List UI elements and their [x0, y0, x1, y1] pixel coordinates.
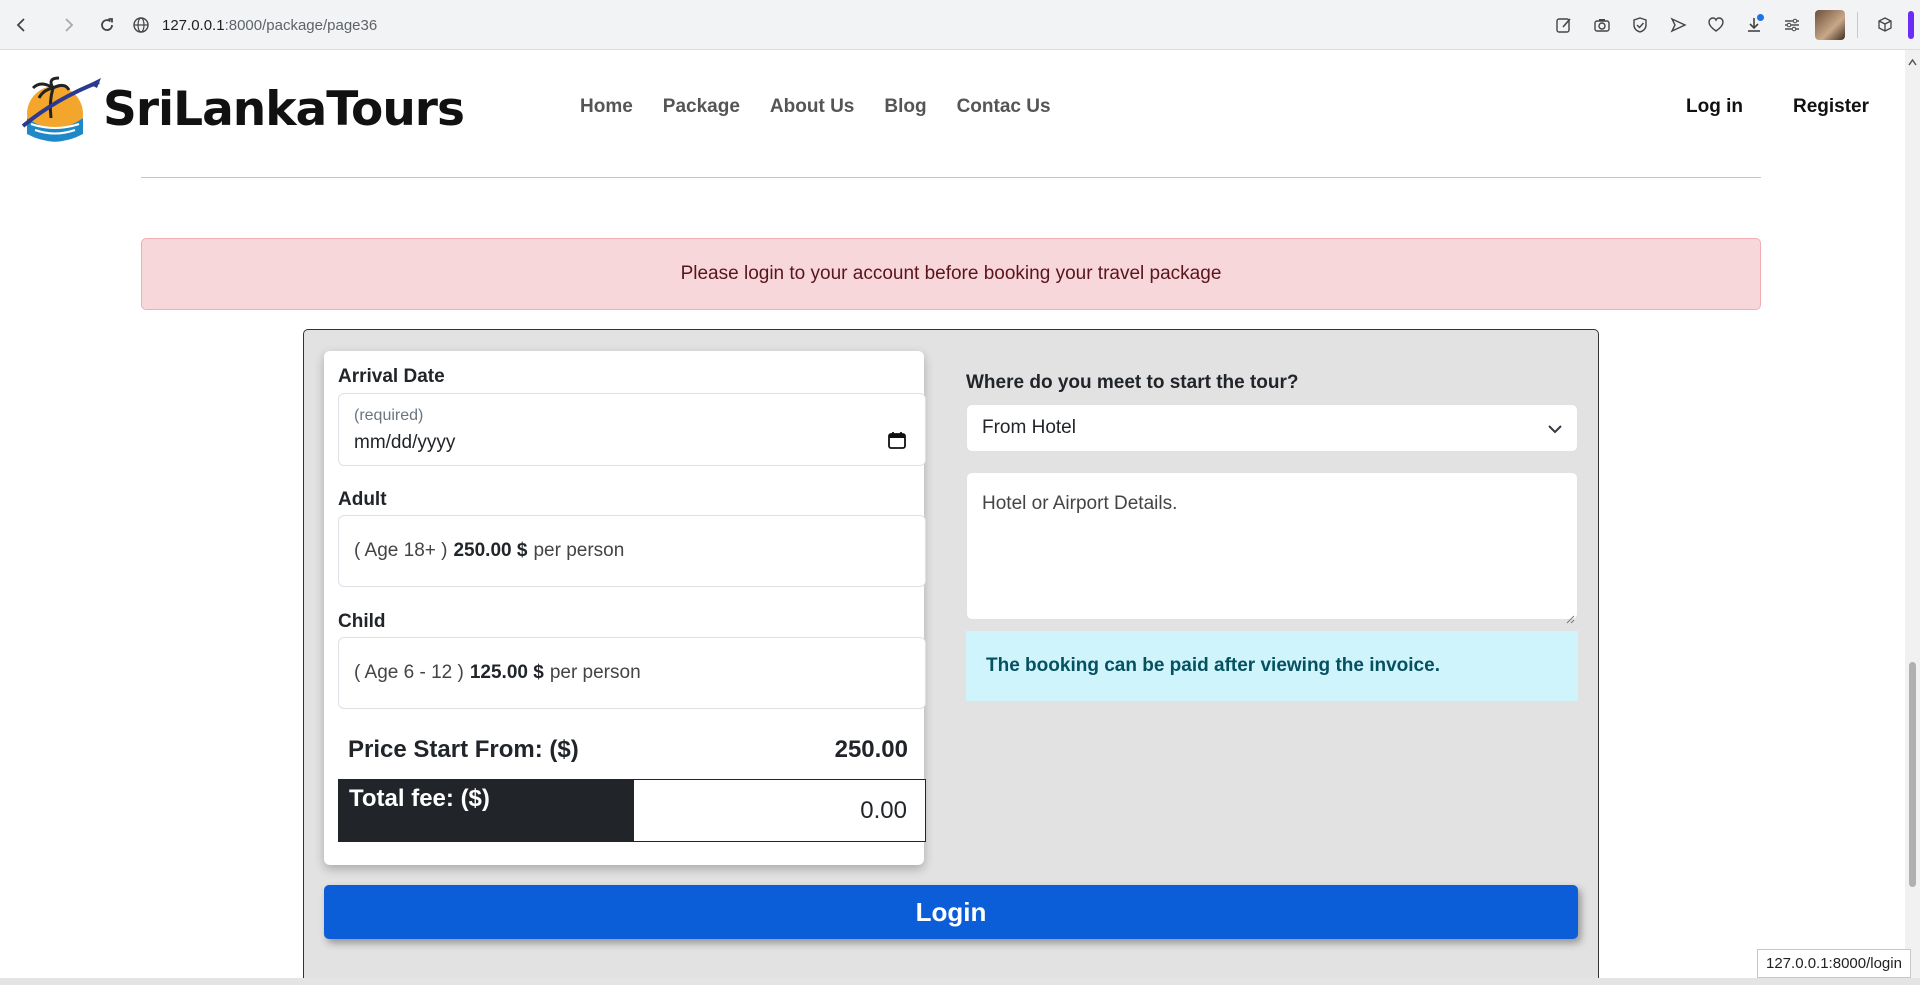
- header-divider: [141, 177, 1761, 178]
- forward-icon[interactable]: [55, 12, 81, 38]
- web-page: SriLankaTours Home Package About Us Blog…: [0, 50, 1905, 978]
- child-label: Child: [338, 611, 386, 632]
- child-price-unit: per person: [549, 662, 641, 683]
- send-icon[interactable]: [1659, 6, 1697, 44]
- link-status-tooltip: 127.0.0.1:8000/login: [1757, 949, 1911, 978]
- sidebar-toggle-icon[interactable]: [1908, 11, 1914, 39]
- site-logo[interactable]: SriLankaTours: [17, 74, 465, 144]
- adult-price: 250.00 $: [453, 540, 528, 561]
- hotel-airport-details-textarea[interactable]: Hotel or Airport Details.: [966, 472, 1578, 624]
- login-link[interactable]: Log in: [1686, 96, 1743, 118]
- nav-home[interactable]: Home: [580, 96, 633, 118]
- url-host: 127.0.0.1: [162, 16, 225, 34]
- download-icon[interactable]: [1735, 6, 1773, 44]
- status-url: 127.0.0.1:8000/login: [1766, 955, 1902, 972]
- reload-icon[interactable]: [94, 12, 120, 38]
- meeting-point-selected: From Hotel: [982, 417, 1076, 438]
- arrival-date-input[interactable]: (required) mm/dd/yyyy: [338, 393, 926, 466]
- booking-details-card: Arrival Date (required) mm/dd/yyyy Adult…: [324, 351, 926, 865]
- child-price: 125.00 $: [469, 662, 544, 683]
- arrival-date-value: mm/dd/yyyy: [354, 432, 456, 453]
- main-nav: Home Package About Us Blog Contac Us: [580, 96, 1051, 118]
- resize-grip-icon[interactable]: [1566, 608, 1575, 624]
- brand-name: SriLankaTours: [103, 81, 465, 137]
- globe-icon: [132, 16, 150, 34]
- calendar-icon[interactable]: [887, 430, 907, 450]
- edit-icon[interactable]: [1545, 6, 1583, 44]
- auth-nav: Log in Register: [1686, 96, 1869, 118]
- url-path: :8000/package/page36: [224, 16, 378, 34]
- address-bar[interactable]: 127.0.0.1:8000/package/page36: [132, 8, 1532, 42]
- meeting-point-label: Where do you meet to start the tour?: [966, 372, 1299, 393]
- adult-label: Adult: [338, 489, 387, 510]
- login-required-alert: Please login to your account before book…: [141, 238, 1761, 310]
- scroll-up-icon[interactable]: [1908, 54, 1917, 66]
- settings-sliders-icon[interactable]: [1773, 6, 1811, 44]
- nav-blog[interactable]: Blog: [884, 96, 926, 118]
- browser-toolbar: 127.0.0.1:8000/package/page36: [0, 0, 1920, 50]
- extension-cube-icon[interactable]: [1866, 6, 1904, 44]
- nav-about-us[interactable]: About Us: [770, 96, 854, 118]
- total-fee-value: 0.00: [634, 780, 925, 841]
- shield-icon[interactable]: [1621, 6, 1659, 44]
- payment-info-text: The booking can be paid after viewing th…: [986, 655, 1440, 676]
- total-fee-label: Total fee: ($): [339, 780, 634, 841]
- heart-icon[interactable]: [1697, 6, 1735, 44]
- page-scrollbar[interactable]: [1905, 50, 1920, 978]
- chevron-down-icon: [1547, 421, 1563, 437]
- login-button[interactable]: Login: [324, 885, 1578, 939]
- price-start-label: Price Start From: ($): [348, 736, 579, 763]
- child-count-input[interactable]: ( Age 6 - 12 ) 125.00 $ per person: [338, 637, 926, 709]
- total-fee-row: Total fee: ($) 0.00: [338, 779, 926, 842]
- payment-info-alert: The booking can be paid after viewing th…: [966, 631, 1578, 701]
- details-placeholder: Hotel or Airport Details.: [982, 493, 1178, 514]
- profile-avatar[interactable]: [1811, 6, 1849, 44]
- meeting-point-select[interactable]: From Hotel: [966, 404, 1578, 452]
- nav-contact-us[interactable]: Contac Us: [957, 96, 1051, 118]
- adult-count-input[interactable]: ( Age 18+ ) 250.00 $ per person: [338, 515, 926, 587]
- camera-icon[interactable]: [1583, 6, 1621, 44]
- palm-plane-logo-icon: [17, 74, 103, 144]
- adult-age-range: ( Age 18+ ): [354, 540, 448, 561]
- booking-form: Arrival Date (required) mm/dd/yyyy Adult…: [303, 329, 1599, 978]
- arrival-date-label: Arrival Date: [338, 366, 445, 387]
- alert-text: Please login to your account before book…: [680, 263, 1222, 284]
- adult-price-unit: per person: [533, 540, 625, 561]
- scrollbar-thumb[interactable]: [1909, 662, 1916, 887]
- arrival-date-hint: (required): [354, 407, 424, 424]
- price-start-row: Price Start From: ($) 250.00: [348, 736, 908, 764]
- register-link[interactable]: Register: [1793, 96, 1869, 118]
- nav-package[interactable]: Package: [663, 96, 740, 118]
- price-start-value: 250.00: [834, 736, 908, 763]
- window-bottom-edge: [0, 978, 1920, 985]
- back-icon[interactable]: [9, 12, 35, 38]
- child-age-range: ( Age 6 - 12 ): [354, 662, 464, 683]
